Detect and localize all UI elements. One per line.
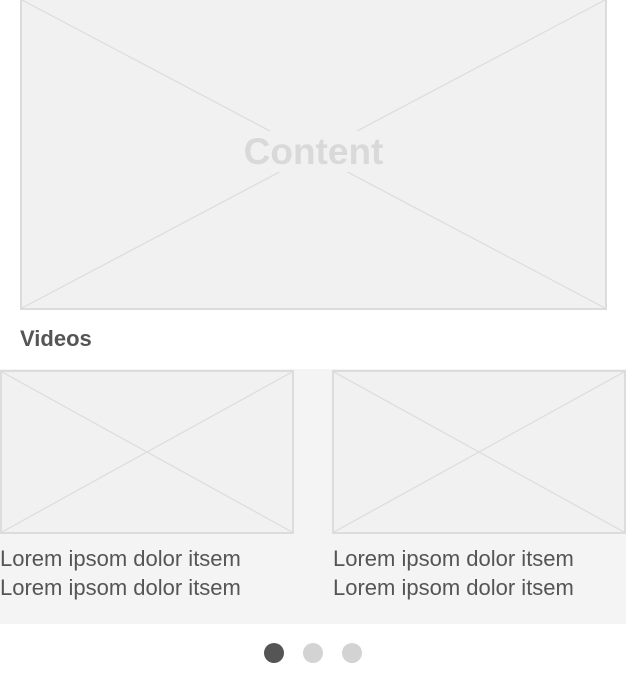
video-caption-line: Lorem ipsom dolor itsem (0, 546, 241, 571)
video-caption-line: Lorem ipsom dolor itsem (333, 546, 574, 571)
video-caption[interactable]: Lorem ipsom dolor itsem Lorem ipsom dolo… (0, 544, 241, 602)
videos-heading: Videos (20, 326, 92, 351)
video-thumbnail[interactable] (0, 370, 294, 534)
pagination-dots (264, 643, 364, 665)
placeholder-cross-icon (334, 372, 624, 532)
page-dot-2[interactable] (303, 643, 323, 663)
video-caption[interactable]: Lorem ipsom dolor itsem Lorem ipsom dolo… (333, 544, 574, 602)
video-thumbnail[interactable] (332, 370, 626, 534)
page-dot-1[interactable] (264, 643, 284, 663)
content-placeholder: Content (20, 0, 607, 310)
page-dot-3[interactable] (342, 643, 362, 663)
videos-carousel[interactable]: Lorem ipsom dolor itsem Lorem ipsom dolo… (0, 369, 626, 624)
video-caption-line: Lorem ipsom dolor itsem (0, 575, 241, 600)
video-caption-line: Lorem ipsom dolor itsem (333, 575, 574, 600)
content-label: Content (22, 130, 605, 174)
placeholder-cross-icon (2, 372, 292, 532)
